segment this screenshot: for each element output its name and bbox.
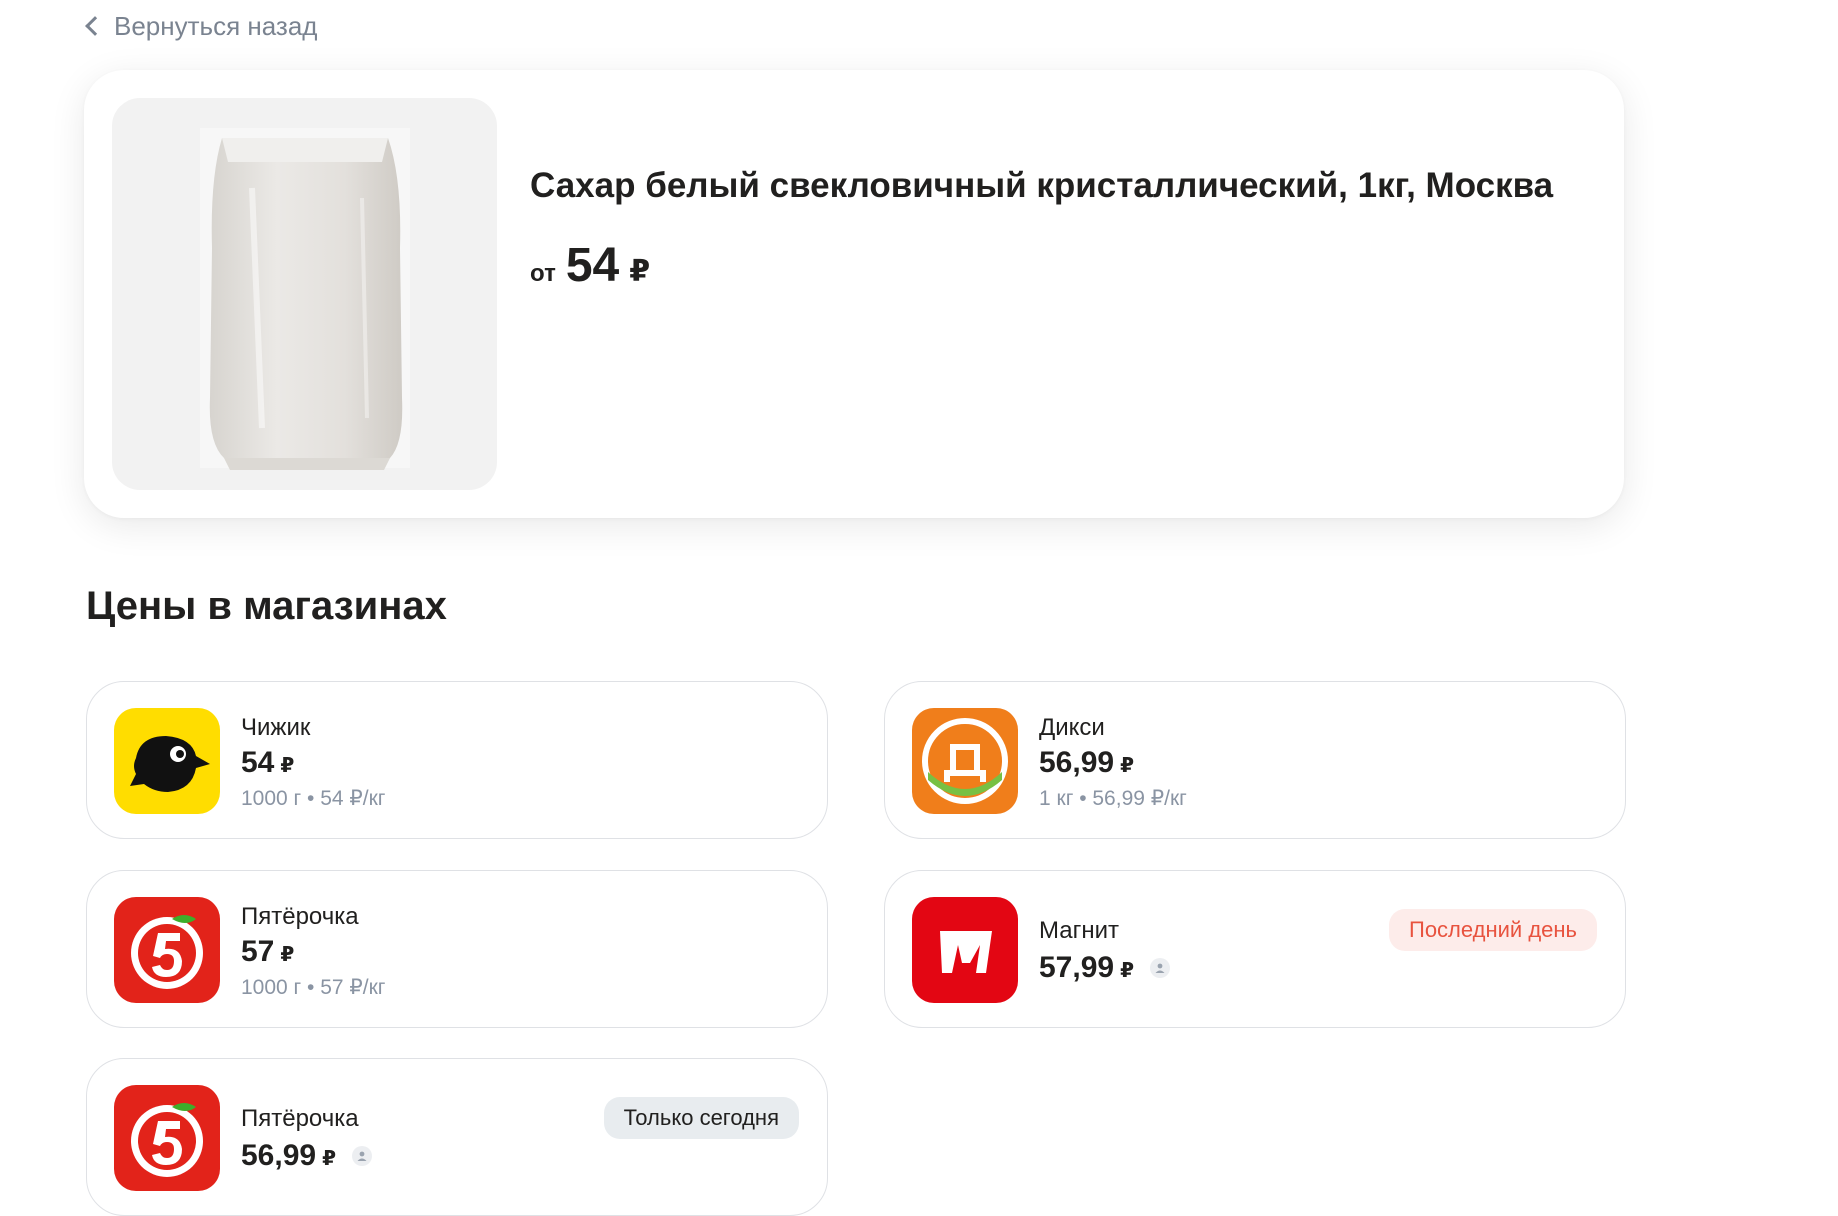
price-currency: ₽ bbox=[280, 944, 295, 966]
offer-price: 56,99 ₽ bbox=[241, 1139, 372, 1173]
section-title: Цены в магазинах bbox=[86, 584, 447, 628]
product-title: Сахар белый свекловичный кристаллический… bbox=[530, 166, 1554, 205]
only-today-badge: Только сегодня bbox=[603, 1097, 799, 1139]
store-name: Пятёрочка bbox=[241, 903, 359, 930]
diksi-logo-icon bbox=[912, 708, 1018, 814]
person-icon bbox=[352, 1146, 372, 1166]
price-number: 54 bbox=[241, 746, 275, 779]
pyaterochka-logo-icon bbox=[114, 1085, 220, 1191]
offer-card-pyaterochka-2[interactable]: Пятёрочка 56,99 ₽ Только сегодня bbox=[86, 1058, 828, 1216]
offer-card-diksi[interactable]: Дикси 56,99 ₽ 1 кг • 56,99 ₽/кг bbox=[884, 681, 1626, 839]
offer-price: 54 ₽ bbox=[241, 746, 294, 780]
offer-price: 56,99 ₽ bbox=[1039, 746, 1134, 780]
back-label: Вернуться назад bbox=[114, 10, 318, 41]
pyaterochka-logo-icon bbox=[114, 897, 220, 1003]
offer-card-pyaterochka[interactable]: Пятёрочка 57 ₽ 1000 г • 57 ₽/кг bbox=[86, 870, 828, 1028]
price-number: 57 bbox=[241, 935, 275, 968]
offer-price: 57,99 ₽ bbox=[1039, 951, 1170, 985]
product-price: от 54 ₽ bbox=[530, 238, 650, 293]
price-value: 54 bbox=[565, 239, 620, 292]
unit-price: 1 кг • 56,99 ₽/кг bbox=[1039, 787, 1187, 810]
store-name: Магнит bbox=[1039, 917, 1120, 944]
person-icon bbox=[1150, 958, 1170, 978]
offer-card-chizhik[interactable]: Чижик 54 ₽ 1000 г • 54 ₽/кг bbox=[86, 681, 828, 839]
unit-price: 1000 г • 57 ₽/кг bbox=[241, 976, 386, 999]
magnit-logo-icon bbox=[912, 897, 1018, 1003]
price-currency: ₽ bbox=[1120, 960, 1134, 982]
price-prefix: от bbox=[530, 260, 556, 287]
product-card: Сахар белый свекловичный кристаллический… bbox=[84, 70, 1624, 518]
store-name: Дикси bbox=[1039, 714, 1105, 741]
chizhik-logo-icon bbox=[114, 708, 220, 814]
last-day-badge: Последний день bbox=[1389, 909, 1597, 951]
offer-card-magnit[interactable]: Магнит 57,99 ₽ Последний день bbox=[884, 870, 1626, 1028]
offer-price: 57 ₽ bbox=[241, 935, 294, 969]
price-number: 57,99 bbox=[1039, 951, 1115, 984]
back-link[interactable]: Вернуться назад bbox=[84, 10, 317, 42]
product-image bbox=[112, 98, 497, 490]
unit-price: 1000 г • 54 ₽/кг bbox=[241, 787, 386, 810]
price-number: 56,99 bbox=[1039, 746, 1115, 779]
chevron-left-icon bbox=[85, 16, 105, 36]
store-name: Чижик bbox=[241, 714, 311, 741]
price-currency: ₽ bbox=[1120, 755, 1134, 777]
price-currency: ₽ bbox=[280, 755, 295, 777]
store-name: Пятёрочка bbox=[241, 1105, 359, 1132]
price-number: 56,99 bbox=[241, 1139, 317, 1172]
price-currency: ₽ bbox=[322, 1148, 336, 1170]
price-currency: ₽ bbox=[629, 255, 651, 288]
